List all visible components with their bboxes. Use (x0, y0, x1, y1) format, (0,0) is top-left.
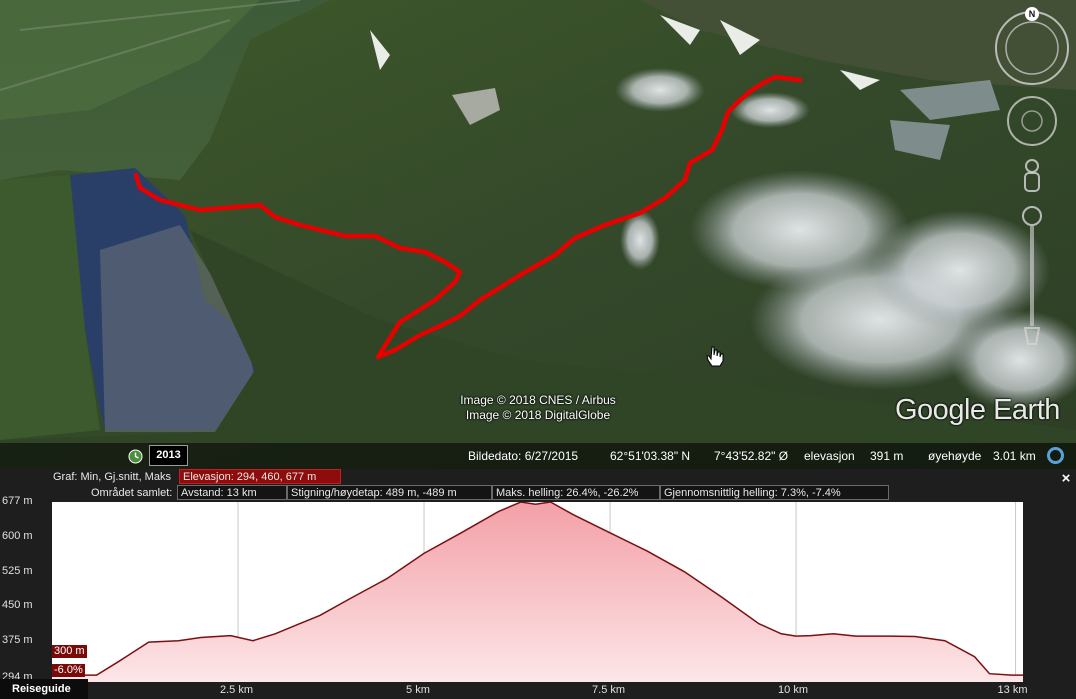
elevation-chart[interactable] (52, 501, 1023, 682)
elevation-label: elevasjon (804, 449, 855, 463)
longitude: 7°43'52.82" Ø (714, 449, 789, 463)
google-earth-logo: Google Earth (895, 394, 1060, 426)
eye-altitude-label: øyehøyde (928, 449, 982, 463)
eye-altitude-value: 3.01 km (993, 449, 1036, 463)
credit-line: Image © 2018 CNES / Airbus (460, 393, 616, 407)
hand-cursor-icon (706, 346, 724, 367)
cursor-elevation-badge: 300 m (52, 645, 87, 658)
x-tick-label: 2.5 km (220, 684, 254, 696)
max-slope-stat[interactable]: Maks. helling: 26.4%, -26.2% (492, 485, 660, 500)
avg-slope-stat[interactable]: Gjennomsnittlig helling: 7.3%, -7.4% (660, 485, 889, 500)
elevation-area (52, 502, 1023, 682)
graph-label: Graf: Min, Gj.snitt, Maks (53, 471, 171, 483)
y-tick-label: 677 m (2, 495, 33, 507)
y-tick-label: 525 m (2, 564, 33, 577)
x-tick-label: 5 km (406, 684, 430, 696)
area-label: Området samlet: (91, 487, 173, 499)
x-tick-label: 7.5 km (592, 684, 626, 696)
compass-north-label: N (1028, 9, 1036, 19)
navigation-controls (995, 7, 1069, 345)
latitude: 62°51'03.38" N (610, 449, 691, 463)
x-tick-label: 10 km (778, 684, 809, 696)
historic-year-badge[interactable]: 2013 (149, 445, 188, 466)
credit-line: Image © 2018 DigitalGlobe (465, 408, 611, 422)
close-button[interactable]: × (1058, 471, 1074, 487)
climb-stat[interactable]: Stigning/høydetap: 489 m, -489 m (287, 485, 492, 500)
y-tick-label: 375 m (2, 633, 33, 646)
elevation-stat[interactable]: Elevasjon: 294, 460, 677 m (179, 469, 341, 484)
imagery-credits: Image © 2018 CNES / Airbus Image © 2018 … (400, 393, 676, 423)
y-tick-label: 450 m (2, 599, 33, 612)
look-joystick-icon[interactable] (1007, 96, 1057, 146)
street-view-pegman-icon[interactable] (1024, 159, 1040, 192)
map-view[interactable]: Image © 2018 CNES / Airbus Image © 2018 … (0, 0, 1076, 469)
x-tick-label: 13 km (997, 684, 1028, 696)
image-date: Bildedato: 6/27/2015 (468, 449, 579, 463)
elevation-value: 391 m (870, 449, 904, 463)
y-tick-label: 600 m (2, 530, 33, 543)
cursor-slope-badge: -6.0% (52, 664, 85, 677)
reiseguide-tab[interactable]: Reiseguide (0, 679, 88, 699)
distance-stat[interactable]: Avstand: 13 km (177, 485, 287, 500)
globe-icon[interactable] (1047, 447, 1064, 464)
zoom-slider-icon[interactable] (1022, 206, 1042, 345)
elevation-chart-svg (52, 501, 1023, 682)
historic-imagery-icon[interactable] (128, 449, 143, 464)
